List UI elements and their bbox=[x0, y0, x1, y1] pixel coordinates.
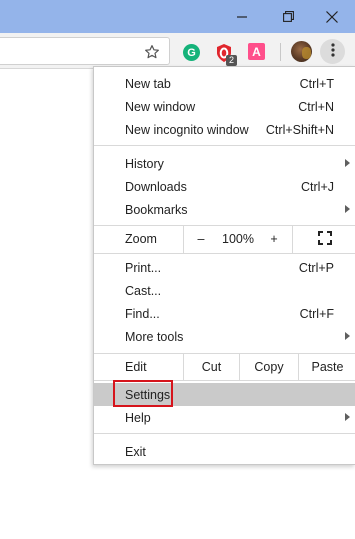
anydo-extension-icon[interactable]: A bbox=[248, 43, 265, 60]
zoom-level: 100% bbox=[222, 232, 254, 246]
menu-item-label: New window bbox=[125, 99, 196, 114]
close-window-button[interactable] bbox=[309, 0, 355, 33]
menu-item-find[interactable]: Find... Ctrl+F bbox=[94, 302, 355, 325]
menu-item-label: History bbox=[125, 156, 164, 171]
minimize-icon bbox=[237, 12, 247, 22]
menu-item-more-tools[interactable]: More tools bbox=[94, 325, 355, 348]
copy-label: Copy bbox=[254, 360, 284, 374]
menu-item-label: More tools bbox=[125, 329, 184, 344]
close-icon bbox=[326, 10, 338, 23]
zoom-in-label: + bbox=[270, 232, 278, 246]
zoom-divider bbox=[183, 225, 184, 253]
menu-item-shortcut: Ctrl+T bbox=[299, 76, 334, 91]
menu-item-label: New tab bbox=[125, 76, 171, 91]
cut-button[interactable]: Cut bbox=[184, 353, 239, 381]
submenu-arrow-icon bbox=[345, 205, 350, 213]
paste-button[interactable]: Paste bbox=[299, 353, 355, 381]
zoom-out-button[interactable]: – bbox=[189, 225, 213, 253]
menu-item-cast[interactable]: Cast... bbox=[94, 279, 355, 302]
menu-item-downloads[interactable]: Downloads Ctrl+J bbox=[94, 175, 355, 198]
fullscreen-button[interactable] bbox=[293, 225, 355, 253]
cut-label: Cut bbox=[201, 360, 222, 374]
toolbar-divider bbox=[280, 43, 281, 61]
profile-avatar[interactable] bbox=[291, 41, 312, 62]
grammarly-extension-icon[interactable]: G bbox=[183, 44, 200, 61]
menu-zoom-row: Zoom – 100% + bbox=[94, 225, 355, 253]
menu-item-new-window[interactable]: New window Ctrl+N bbox=[94, 95, 355, 118]
menu-item-history[interactable]: History bbox=[94, 152, 355, 175]
title-bar bbox=[0, 0, 355, 33]
restore-button[interactable] bbox=[265, 0, 311, 33]
menu-item-exit[interactable]: Exit bbox=[94, 440, 355, 463]
menu-item-help[interactable]: Help bbox=[94, 406, 355, 429]
menu-item-shortcut: Ctrl+N bbox=[298, 99, 334, 114]
submenu-arrow-icon bbox=[345, 159, 350, 167]
menu-item-label: Print... bbox=[125, 260, 162, 275]
menu-item-print[interactable]: Print... Ctrl+P bbox=[94, 256, 355, 279]
menu-separator bbox=[94, 253, 355, 254]
kebab-menu-button[interactable] bbox=[320, 39, 345, 64]
address-input[interactable] bbox=[0, 38, 130, 64]
grammarly-glyph: G bbox=[187, 46, 196, 59]
submenu-arrow-icon bbox=[345, 332, 350, 340]
menu-separator bbox=[94, 145, 355, 146]
zoom-in-button[interactable]: + bbox=[262, 225, 286, 253]
submenu-arrow-icon bbox=[345, 413, 350, 421]
menu-item-shortcut: Ctrl+P bbox=[298, 260, 334, 275]
browser-toolbar: G 2 A bbox=[0, 33, 355, 69]
copy-button[interactable]: Copy bbox=[240, 353, 298, 381]
extension-badge: 2 bbox=[226, 55, 237, 66]
menu-item-label: Cast... bbox=[125, 283, 162, 298]
menu-item-shortcut: Ctrl+J bbox=[301, 179, 334, 194]
zoom-label: Zoom bbox=[125, 232, 157, 246]
paste-label: Paste bbox=[311, 360, 344, 374]
menu-separator bbox=[94, 433, 355, 434]
menu-item-label: New incognito window bbox=[125, 122, 249, 137]
fullscreen-icon bbox=[317, 230, 332, 248]
menu-item-label: Help bbox=[125, 410, 151, 425]
menu-item-new-incognito-window[interactable]: New incognito window Ctrl+Shift+N bbox=[94, 118, 355, 141]
kebab-menu-icon bbox=[330, 43, 335, 60]
anydo-glyph: A bbox=[252, 44, 261, 59]
menu-item-new-tab[interactable]: New tab Ctrl+T bbox=[94, 72, 355, 95]
minimize-button[interactable] bbox=[219, 0, 265, 33]
menu-item-label: Downloads bbox=[125, 179, 187, 194]
edit-label: Edit bbox=[125, 360, 147, 374]
menu-item-label: Find... bbox=[125, 306, 160, 321]
menu-item-shortcut: Ctrl+F bbox=[299, 306, 334, 321]
menu-item-label: Exit bbox=[125, 444, 146, 459]
settings-highlight-box bbox=[113, 380, 173, 407]
star-icon[interactable] bbox=[143, 43, 161, 61]
menu-item-shortcut: Ctrl+Shift+N bbox=[265, 122, 334, 137]
zoom-out-label: – bbox=[197, 232, 205, 246]
restore-icon bbox=[282, 11, 294, 22]
menu-item-label: Bookmarks bbox=[125, 202, 188, 217]
menu-item-bookmarks[interactable]: Bookmarks bbox=[94, 198, 355, 221]
menu-edit-row: Edit Cut Copy Paste bbox=[94, 353, 355, 381]
